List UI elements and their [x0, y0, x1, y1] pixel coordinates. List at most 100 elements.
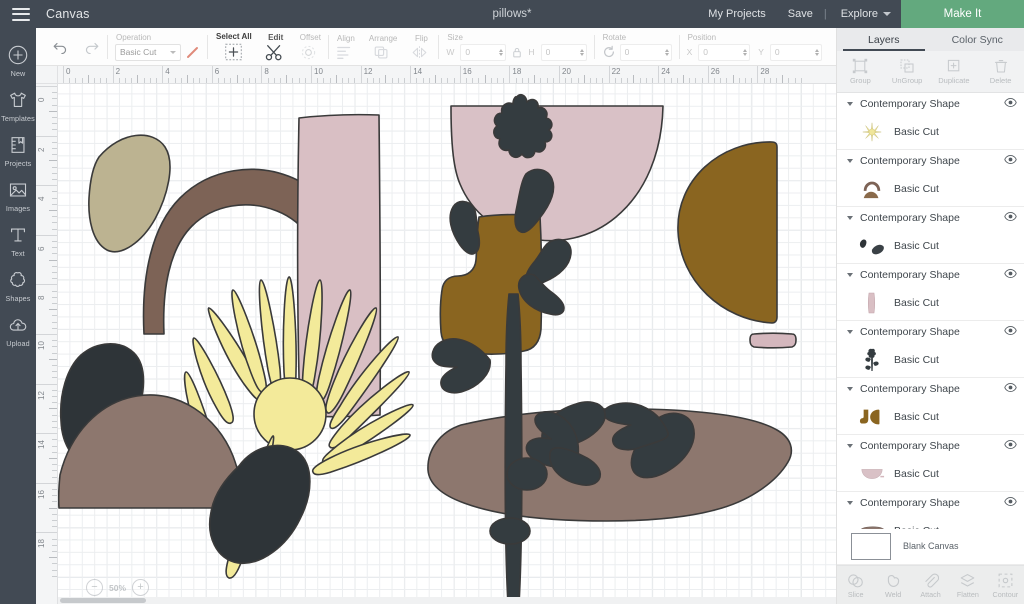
sidebar-item-text[interactable]: Text	[0, 218, 36, 261]
stepper-icon[interactable]	[579, 48, 584, 56]
panel-tab-layers[interactable]: Layers	[837, 28, 931, 51]
layer-header[interactable]: Contemporary Shape	[837, 207, 1024, 229]
canvas-grid[interactable]: − 50% +	[58, 84, 836, 604]
ungroup-button[interactable]: UnGroup	[884, 51, 931, 92]
operation-select[interactable]: Basic Cut	[115, 43, 181, 61]
shape-brown-half-circle[interactable]	[677, 141, 778, 324]
visibility-eye-icon[interactable]	[1004, 209, 1017, 227]
pen-color-swatch[interactable]	[185, 45, 200, 60]
flip-button[interactable]	[410, 45, 431, 60]
ruler-tick	[52, 129, 57, 131]
ruler-label: 2	[37, 147, 46, 152]
layer-header[interactable]: Contemporary Shape	[837, 264, 1024, 286]
horizontal-ruler[interactable]: 0 2 4 6 8 10 12 14 16 18 20 22 24 26 28	[58, 66, 836, 84]
chevron-down-icon[interactable]	[847, 216, 853, 220]
scissors-icon	[265, 44, 282, 60]
layer-sublayer-row[interactable]: Basic Cut	[837, 343, 1024, 377]
layer-sublayer-row[interactable]: Basic Cut	[837, 172, 1024, 206]
size-height-input[interactable]: 0	[540, 43, 587, 61]
layer-header[interactable]: Contemporary Shape	[837, 93, 1024, 115]
position-x-input[interactable]: 0	[698, 43, 751, 61]
position-y-input[interactable]: 0	[769, 43, 822, 61]
delete-button[interactable]: Delete	[977, 51, 1024, 92]
ruler-tick	[143, 78, 145, 83]
size-width-input[interactable]: 0	[460, 43, 507, 61]
blank-canvas-row[interactable]: Blank Canvas	[837, 529, 1024, 565]
scrollbar-thumb[interactable]	[60, 598, 146, 603]
rotate-icon[interactable]	[602, 45, 616, 59]
vertical-ruler[interactable]: 0 2 4 6 8 10 12 14 16 18	[36, 84, 58, 604]
sidebar-item-templates[interactable]: Templates	[0, 83, 36, 126]
zoom-out-button[interactable]: −	[86, 579, 103, 596]
redo-icon[interactable]	[83, 40, 100, 54]
sidebar-item-shapes[interactable]: Shapes	[0, 263, 36, 306]
my-projects-link[interactable]: My Projects	[697, 8, 776, 20]
layer-sublayer-row[interactable]: Basic Cut	[837, 229, 1024, 263]
sidebar-item-upload[interactable]: Upload	[0, 308, 36, 351]
sidebar-item-new[interactable]: New	[0, 38, 36, 81]
chevron-down-icon[interactable]	[847, 501, 853, 505]
arrange-button[interactable]	[373, 45, 392, 60]
stepper-icon[interactable]	[499, 48, 504, 56]
layer-sublayer-row[interactable]: Basic Cut	[837, 115, 1024, 149]
panel-tabs: Layers Color Sync	[837, 28, 1024, 51]
layer-header[interactable]: Contemporary Shape	[837, 321, 1024, 343]
visibility-eye-icon[interactable]	[1004, 380, 1017, 398]
visibility-eye-icon[interactable]	[1004, 266, 1017, 284]
offset-icon	[302, 45, 316, 59]
stepper-icon[interactable]	[664, 48, 669, 56]
group-button[interactable]: Group	[837, 51, 884, 92]
lock-icon[interactable]	[511, 46, 523, 59]
hamburger-icon[interactable]	[12, 7, 30, 21]
layer-header[interactable]: Contemporary Shape	[837, 378, 1024, 400]
panel-tab-color-sync[interactable]: Color Sync	[931, 28, 1024, 51]
make-it-button[interactable]: Make It	[901, 0, 1024, 28]
shape-brown-ground[interactable]	[427, 408, 793, 522]
chevron-down-icon[interactable]	[847, 102, 853, 106]
rotate-input[interactable]: 0	[619, 43, 672, 61]
layer-sublayer-row[interactable]: Basic Cut	[837, 286, 1024, 320]
save-button[interactable]: Save	[777, 8, 824, 20]
ruler-tick	[546, 78, 548, 83]
visibility-eye-icon[interactable]	[1004, 95, 1017, 113]
visibility-eye-icon[interactable]	[1004, 494, 1017, 512]
align-button[interactable]	[336, 45, 355, 60]
chevron-down-icon[interactable]	[847, 387, 853, 391]
blank-canvas-swatch[interactable]	[851, 532, 891, 560]
attach-button[interactable]: Attach	[912, 566, 949, 604]
explore-machine-selector[interactable]: Explore	[827, 8, 901, 20]
zoom-in-button[interactable]: +	[132, 579, 150, 596]
contour-button[interactable]: Contour	[987, 566, 1024, 604]
layer-header[interactable]: Contemporary Shape	[837, 150, 1024, 172]
layer-sublayer-row[interactable]: Basic Cut	[837, 514, 1024, 529]
ruler-tick	[236, 75, 238, 83]
select-all-icon[interactable]	[224, 43, 243, 61]
slice-button[interactable]: Slice	[837, 566, 874, 604]
offset-button[interactable]	[300, 44, 319, 61]
layer-header[interactable]: Contemporary Shape	[837, 435, 1024, 457]
flatten-button[interactable]: Flatten	[949, 566, 986, 604]
stepper-icon[interactable]	[814, 48, 819, 56]
layer-sublayer-row[interactable]: Basic Cut	[837, 457, 1024, 491]
layers-list[interactable]: Contemporary Shape Basic Cut Contemporary …	[837, 93, 1024, 529]
chevron-down-icon[interactable]	[847, 330, 853, 334]
visibility-eye-icon[interactable]	[1004, 152, 1017, 170]
sidebar-item-projects[interactable]: Projects	[0, 128, 36, 171]
layer-sublayer-row[interactable]: Basic Cut	[837, 400, 1024, 434]
ruler-tick	[205, 78, 207, 83]
shape-pink-bar[interactable]	[749, 332, 797, 349]
chevron-down-icon[interactable]	[847, 159, 853, 163]
undo-icon[interactable]	[52, 40, 69, 54]
chevron-down-icon[interactable]	[847, 444, 853, 448]
stepper-icon[interactable]	[743, 48, 748, 56]
duplicate-button[interactable]: Duplicate	[931, 51, 978, 92]
shape-dark-pebble[interactable]	[489, 517, 531, 545]
visibility-eye-icon[interactable]	[1004, 437, 1017, 455]
layer-header[interactable]: Contemporary Shape	[837, 492, 1024, 514]
sidebar-item-images[interactable]: Images	[0, 173, 36, 216]
weld-button[interactable]: Weld	[874, 566, 911, 604]
edit-button[interactable]	[265, 44, 286, 61]
visibility-eye-icon[interactable]	[1004, 323, 1017, 341]
horizontal-scrollbar[interactable]	[58, 597, 836, 604]
chevron-down-icon[interactable]	[847, 273, 853, 277]
